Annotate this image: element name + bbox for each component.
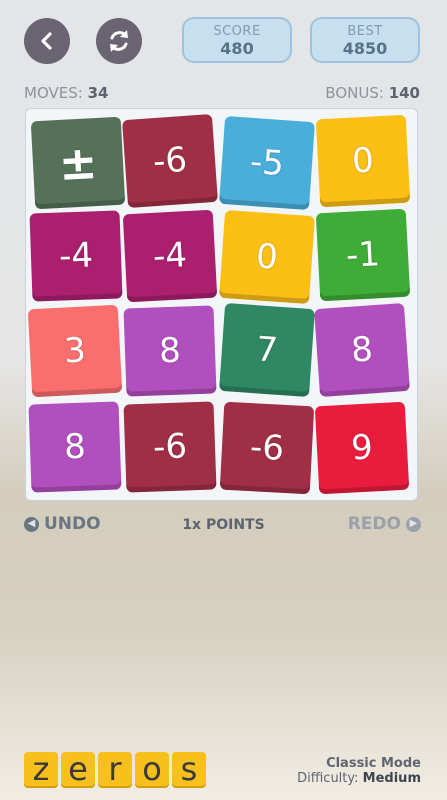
- tile[interactable]: -4: [122, 209, 218, 303]
- restart-button[interactable]: [96, 18, 142, 64]
- tile[interactable]: ±: [30, 116, 126, 210]
- tile-value: 8: [349, 329, 375, 371]
- tile[interactable]: -1: [315, 208, 411, 302]
- difficulty-value: Medium: [362, 771, 421, 786]
- best-box: BEST 4850: [310, 17, 420, 63]
- logo-letter: o: [135, 752, 169, 786]
- tile-value: -4: [58, 235, 94, 277]
- redo-button[interactable]: REDO ▶: [348, 514, 421, 534]
- tile[interactable]: 7: [219, 302, 315, 398]
- tile[interactable]: 8: [28, 401, 122, 493]
- game-mode-info: Classic Mode Difficulty: Medium: [297, 756, 421, 786]
- mode-label: Classic Mode: [326, 756, 421, 771]
- bonus-value: 140: [388, 84, 420, 102]
- tile-value: 0: [254, 236, 280, 278]
- logo-letter: e: [61, 752, 95, 786]
- tile[interactable]: -6: [219, 401, 315, 495]
- moves-stat: MOVES: 34: [24, 84, 108, 102]
- tile-value: -5: [248, 141, 286, 185]
- tile-value: -6: [151, 139, 189, 183]
- tile[interactable]: 8: [123, 305, 217, 397]
- logo-letter: z: [24, 752, 58, 786]
- tile-value: 9: [350, 427, 374, 469]
- tile[interactable]: 8: [314, 302, 410, 398]
- redo-icon: ▶: [406, 516, 421, 532]
- tile-value: -4: [152, 235, 188, 277]
- tile[interactable]: -5: [219, 115, 315, 211]
- difficulty-line: Difficulty: Medium: [297, 771, 421, 786]
- tile[interactable]: -6: [122, 113, 218, 209]
- tile[interactable]: 3: [27, 304, 123, 398]
- bonus-stat: BONUS: 140: [325, 84, 420, 102]
- tile-value: 3: [63, 330, 87, 372]
- tile-value: 8: [158, 330, 182, 372]
- logo-letter: r: [98, 752, 132, 786]
- moves-value: 34: [87, 84, 109, 102]
- zeros-logo: z e r o s: [24, 752, 206, 786]
- redo-label: REDO: [347, 514, 401, 534]
- best-value: 4850: [342, 39, 388, 58]
- difficulty-label: Difficulty:: [297, 771, 359, 786]
- back-arrow-icon: [41, 32, 52, 50]
- tile-value: -6: [249, 427, 285, 469]
- tile-value: ±: [57, 135, 99, 191]
- tile-value: 7: [254, 329, 280, 371]
- back-button[interactable]: [24, 18, 70, 64]
- tile[interactable]: 0: [219, 209, 315, 305]
- score-box: SCORE 480: [182, 17, 292, 63]
- tile-value: 8: [63, 426, 87, 468]
- tile[interactable]: 9: [314, 401, 410, 495]
- score-value: 480: [220, 39, 254, 58]
- logo-letter: s: [172, 752, 206, 786]
- restart-icon: [110, 30, 128, 52]
- score-label: SCORE: [213, 24, 261, 39]
- game-board: ± -6 -5 0 -4 -4 0 -1 3 8 7 8 8 -6 -6 9: [25, 108, 418, 501]
- moves-label: MOVES:: [24, 84, 83, 102]
- tile[interactable]: 0: [315, 114, 411, 208]
- tile-value: -1: [345, 234, 381, 276]
- bonus-label: BONUS:: [325, 84, 384, 102]
- tile-value: 0: [351, 140, 375, 182]
- tile[interactable]: -6: [123, 401, 217, 493]
- best-label: BEST: [347, 24, 383, 39]
- tile[interactable]: -4: [29, 210, 123, 302]
- tile-value: -6: [152, 426, 188, 468]
